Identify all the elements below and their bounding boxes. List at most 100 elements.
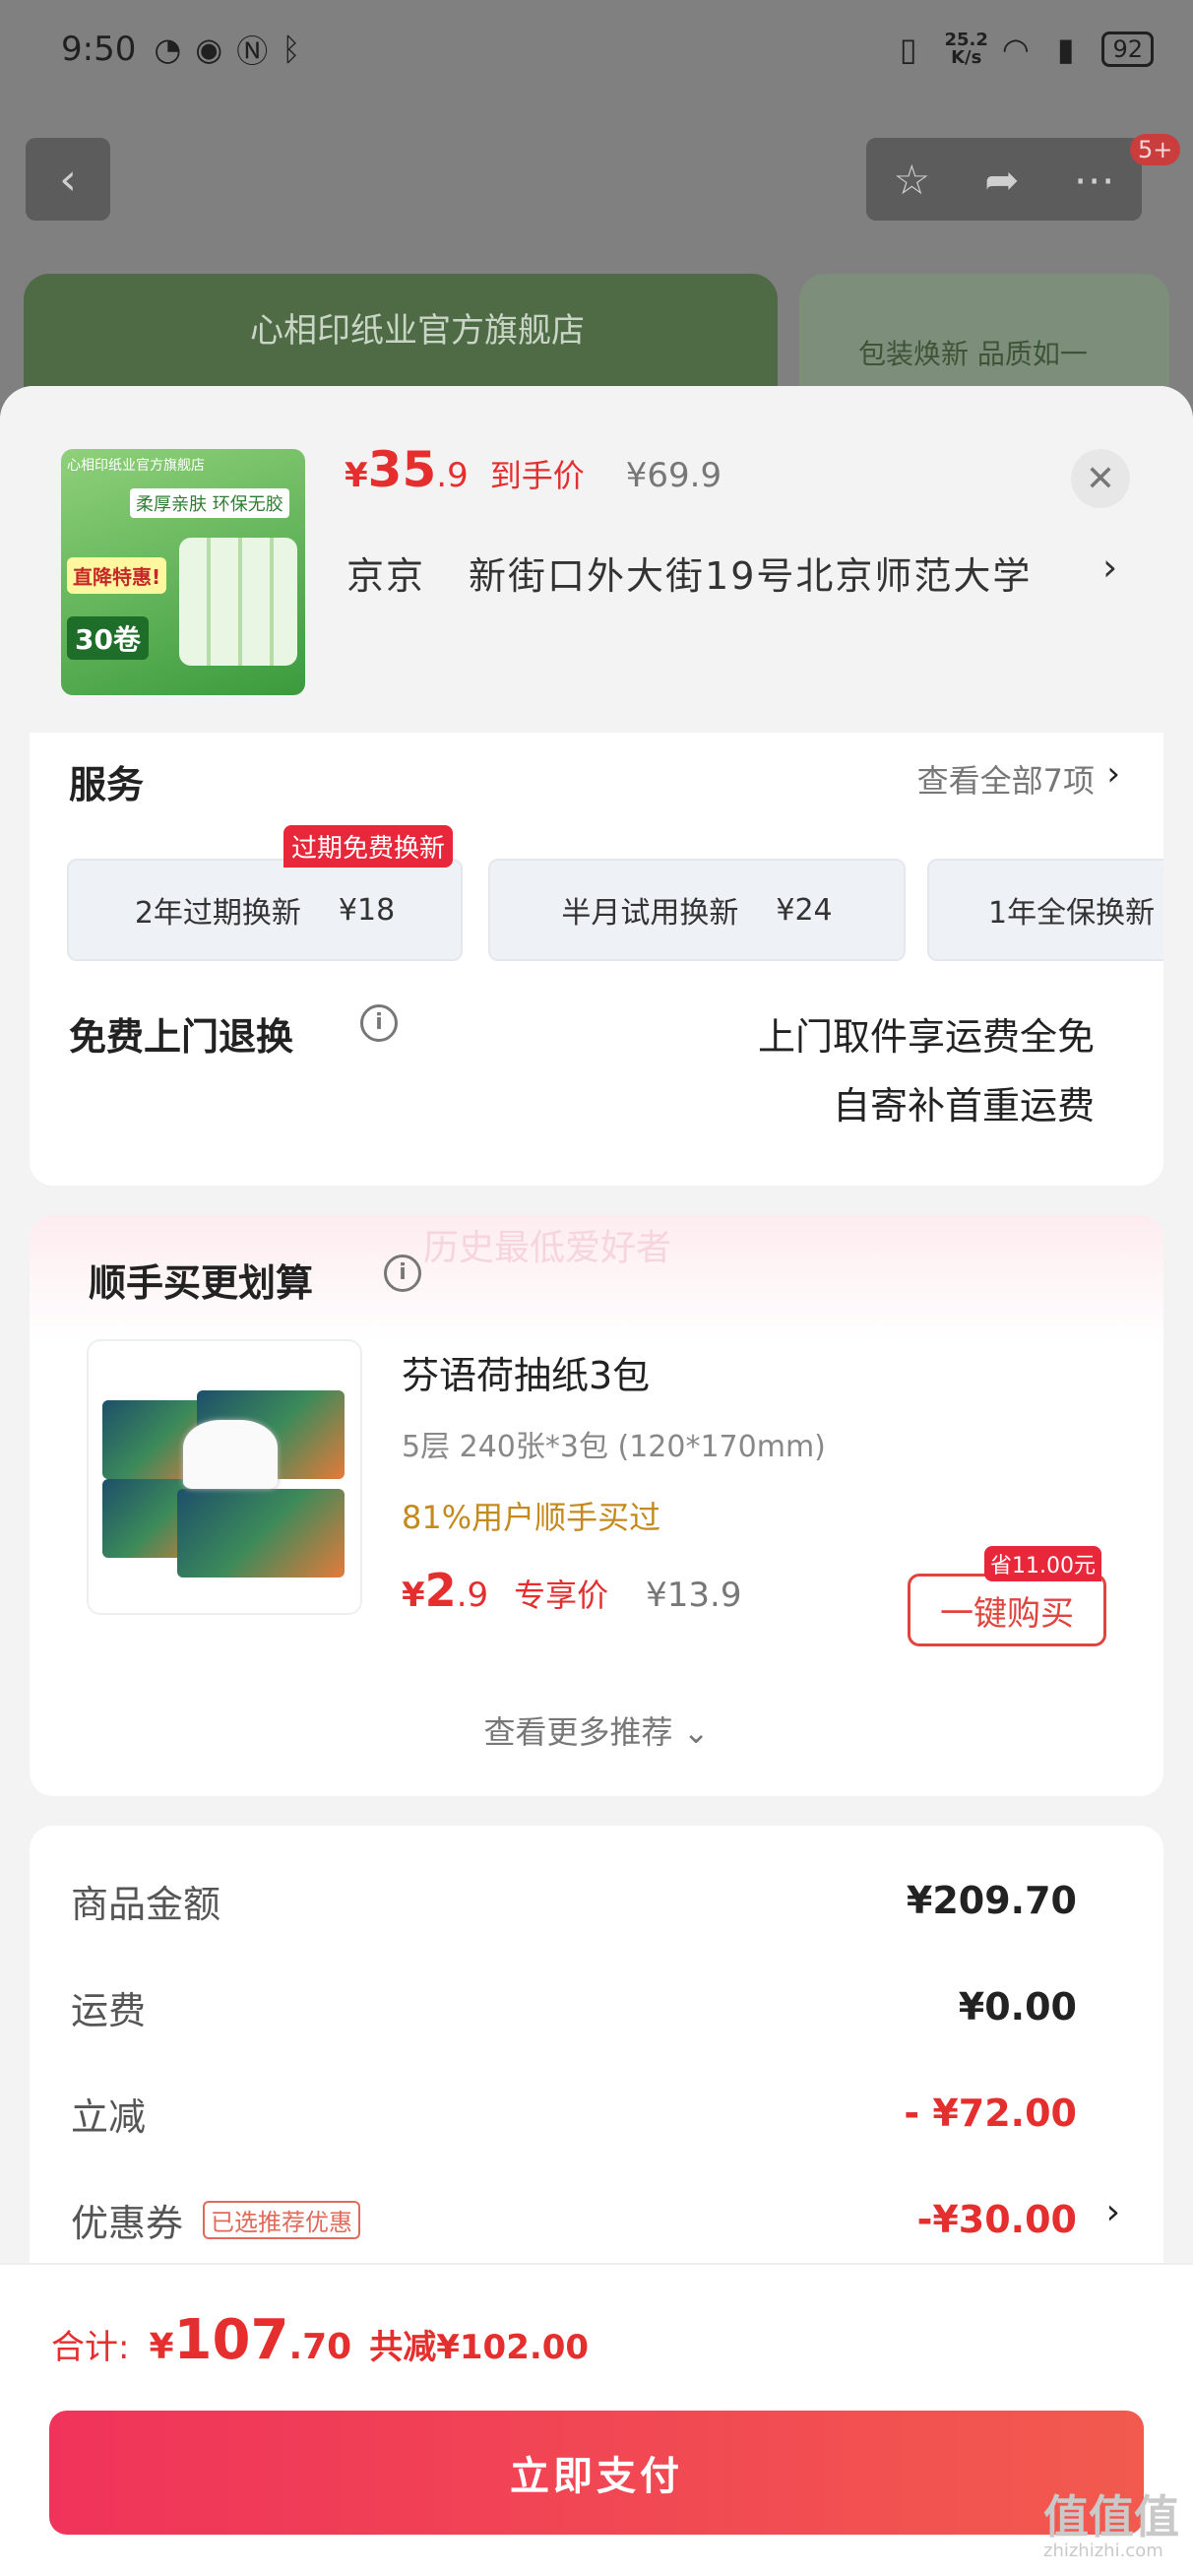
recommended-product-name[interactable]: 芬语荷抽纸3包: [402, 1345, 650, 1399]
return-line-1: 上门取件享运费全免: [757, 1015, 1095, 1059]
coupon-tag: 已选推荐优惠: [203, 2200, 361, 2239]
watermark-text: 历史最低爱好者: [423, 1228, 672, 1268]
background-page: 9:50 ◔ ◉ Ⓝ ᛒ ▯ 25.2 K/s ◠ ▮ 92 ‹ ☆ ➦ ⋯ 5…: [0, 0, 1193, 421]
status-right: ▯ 25.2 K/s ◠ ▮ 92: [900, 31, 1154, 68]
address-city: 京京: [346, 554, 426, 598]
bundle-title: 顺手买更划算: [89, 1261, 314, 1305]
total-discount: 共减¥102.00: [369, 2328, 590, 2367]
recommended-product-image[interactable]: [87, 1339, 362, 1615]
order-total: 合计: ¥ 107 .70 共减¥102.00: [51, 2308, 589, 2372]
service-tag: 过期免费换新: [283, 825, 454, 868]
recommended-product-spec: 5层 240张*3包 (120*170mm): [402, 1430, 826, 1464]
delivery-address[interactable]: 京京 新街口外大街19号北京师范大学: [346, 546, 1032, 600]
more-recommendations[interactable]: 查看更多推荐 ⌄: [30, 1707, 1163, 1753]
store-name: 心相印纸业官方旗舰店: [250, 311, 585, 351]
summary-row-coupon[interactable]: 优惠券 已选推荐优惠 -¥30.00: [71, 2190, 1077, 2249]
service-option-price: ¥24: [776, 892, 833, 928]
service-option-2[interactable]: 半月试用换新 ¥24: [488, 859, 906, 961]
site-watermark: 值值值: [1043, 2490, 1179, 2544]
save-tag-text: 省11.00元: [990, 1554, 1096, 1578]
bundle-card: 历史最低爱好者 顺手买更划算 i 芬语荷抽纸3包 5层 240张*3包 (120…: [30, 1215, 1163, 1796]
service-option-1[interactable]: 2年过期换新 ¥18: [67, 859, 463, 961]
nfc-icon: Ⓝ: [236, 32, 269, 70]
summary-row-goods: 商品金额 ¥209.70: [71, 1871, 1077, 1930]
original-price: ¥13.9: [646, 1576, 742, 1615]
chevron-right-icon[interactable]: ›: [1102, 546, 1117, 589]
summary-value: -¥30.00: [916, 2198, 1077, 2241]
eye-icon: ◉: [195, 31, 223, 68]
bluetooth-icon: ᛒ: [282, 31, 301, 68]
return-service-title: 免费上门退换: [69, 1015, 294, 1059]
price-decimal: .9: [456, 1576, 489, 1615]
network-speed: 25.2 K/s: [945, 32, 988, 67]
service-option-name: 半月试用换新: [561, 896, 739, 931]
service-option-name: 1年全保换新: [988, 896, 1156, 931]
back-button[interactable]: ‹: [26, 138, 110, 221]
close-button[interactable]: ✕: [1071, 449, 1130, 508]
summary-value: ¥0.00: [958, 1985, 1077, 2029]
speed-unit: K/s: [951, 47, 982, 68]
summary-label: 运费: [71, 1988, 147, 2032]
summary-row-discount: 立减 - ¥72.00: [71, 2084, 1077, 2143]
chevron-right-icon[interactable]: ›: [1106, 754, 1120, 794]
services-title: 服务: [69, 763, 145, 806]
info-icon[interactable]: i: [384, 1255, 421, 1292]
checkout-footer: 合计: ¥ 107 .70 共减¥102.00 立即支付: [0, 2263, 1193, 2576]
battery-indicator: 92: [1101, 32, 1154, 67]
recommended-product-bought: 81%用户顺手买过: [402, 1499, 661, 1536]
top-actions: ☆ ➦ ⋯: [866, 138, 1142, 221]
price-label: 专享价: [514, 1577, 609, 1614]
summary-row-shipping: 运费 ¥0.00: [71, 1977, 1077, 2036]
services-card: 服务 查看全部7项 › 2年过期换新 ¥18 过期免费换新 半月试用换新 ¥24…: [30, 733, 1163, 1186]
more-label: 查看更多推荐: [483, 1713, 673, 1751]
sim-icon: ▮: [1056, 31, 1075, 68]
share-icon[interactable]: ➦: [984, 156, 1019, 204]
status-time: 9:50: [61, 30, 137, 69]
summary-value: ¥209.70: [906, 1879, 1077, 1922]
vibrate-icon: ▯: [899, 31, 917, 68]
total-integer: 107: [173, 2308, 289, 2372]
pay-now-button[interactable]: 立即支付: [49, 2411, 1144, 2535]
one-click-buy-button[interactable]: 一键购买: [908, 1574, 1106, 1646]
product-price: ¥ 35 .9 到手价 ¥69.9: [345, 441, 722, 498]
thumb-tag: 柔厚亲肤 环保无胶: [130, 488, 289, 518]
summary-value: - ¥72.00: [904, 2092, 1077, 2135]
star-icon[interactable]: ☆: [894, 156, 931, 204]
site-watermark-url: zhizhizhi.com: [1043, 2541, 1163, 2561]
chevron-left-icon: ‹: [59, 154, 77, 205]
total-currency: ¥: [149, 2327, 174, 2367]
price-decimal: .9: [436, 456, 469, 495]
more-icon[interactable]: ⋯: [1073, 156, 1114, 204]
price-currency: ¥: [345, 456, 368, 495]
promo-slogan: 包装焕新 品质如一: [858, 338, 1088, 370]
service-option-3[interactable]: 1年全保换新: [927, 859, 1163, 961]
services-view-all[interactable]: 查看全部7项: [917, 756, 1095, 802]
tissue-box-graphic: [177, 1489, 345, 1578]
product-thumbnail: 心相印纸业官方旗舰店 柔厚亲肤 环保无胶 直降特惠! 30卷: [61, 449, 305, 695]
summary-label: 优惠券: [71, 2201, 184, 2245]
notification-icon: ◔: [154, 31, 182, 68]
price-currency: ¥: [402, 1576, 425, 1615]
checkout-sheet: 心相印纸业官方旗舰店 柔厚亲肤 环保无胶 直降特惠! 30卷 ¥ 35 .9 到…: [0, 386, 1193, 2576]
info-icon[interactable]: i: [360, 1004, 398, 1042]
recommended-product-price: ¥ 2 .9 专享价 ¥13.9: [402, 1564, 742, 1617]
summary-label: 立减: [71, 2094, 147, 2139]
return-line-2: 自寄补首重运费: [832, 1084, 1095, 1127]
address-detail: 新街口外大街19号北京师范大学: [469, 554, 1033, 598]
service-option-name: 2年过期换新: [134, 896, 301, 931]
service-option-price: ¥18: [338, 892, 396, 928]
thumb-count: 30卷: [67, 616, 149, 660]
close-icon: ✕: [1085, 458, 1116, 499]
price-integer: 35: [367, 441, 437, 498]
price-label: 到手价: [489, 457, 585, 494]
chevron-right-icon[interactable]: ›: [1106, 2192, 1120, 2232]
message-badge: 5+: [1130, 134, 1181, 165]
original-price: ¥69.9: [625, 456, 722, 495]
chevron-down-icon: ⌄: [682, 1713, 710, 1751]
price-integer: 2: [424, 1564, 457, 1617]
tissue-rolls-graphic: [179, 538, 297, 666]
wifi-icon: ◠: [1001, 31, 1030, 68]
total-decimal: .70: [288, 2327, 352, 2367]
thumb-promo: 直降特惠!: [67, 557, 167, 594]
thumb-store: 心相印纸业官方旗舰店: [67, 458, 205, 474]
